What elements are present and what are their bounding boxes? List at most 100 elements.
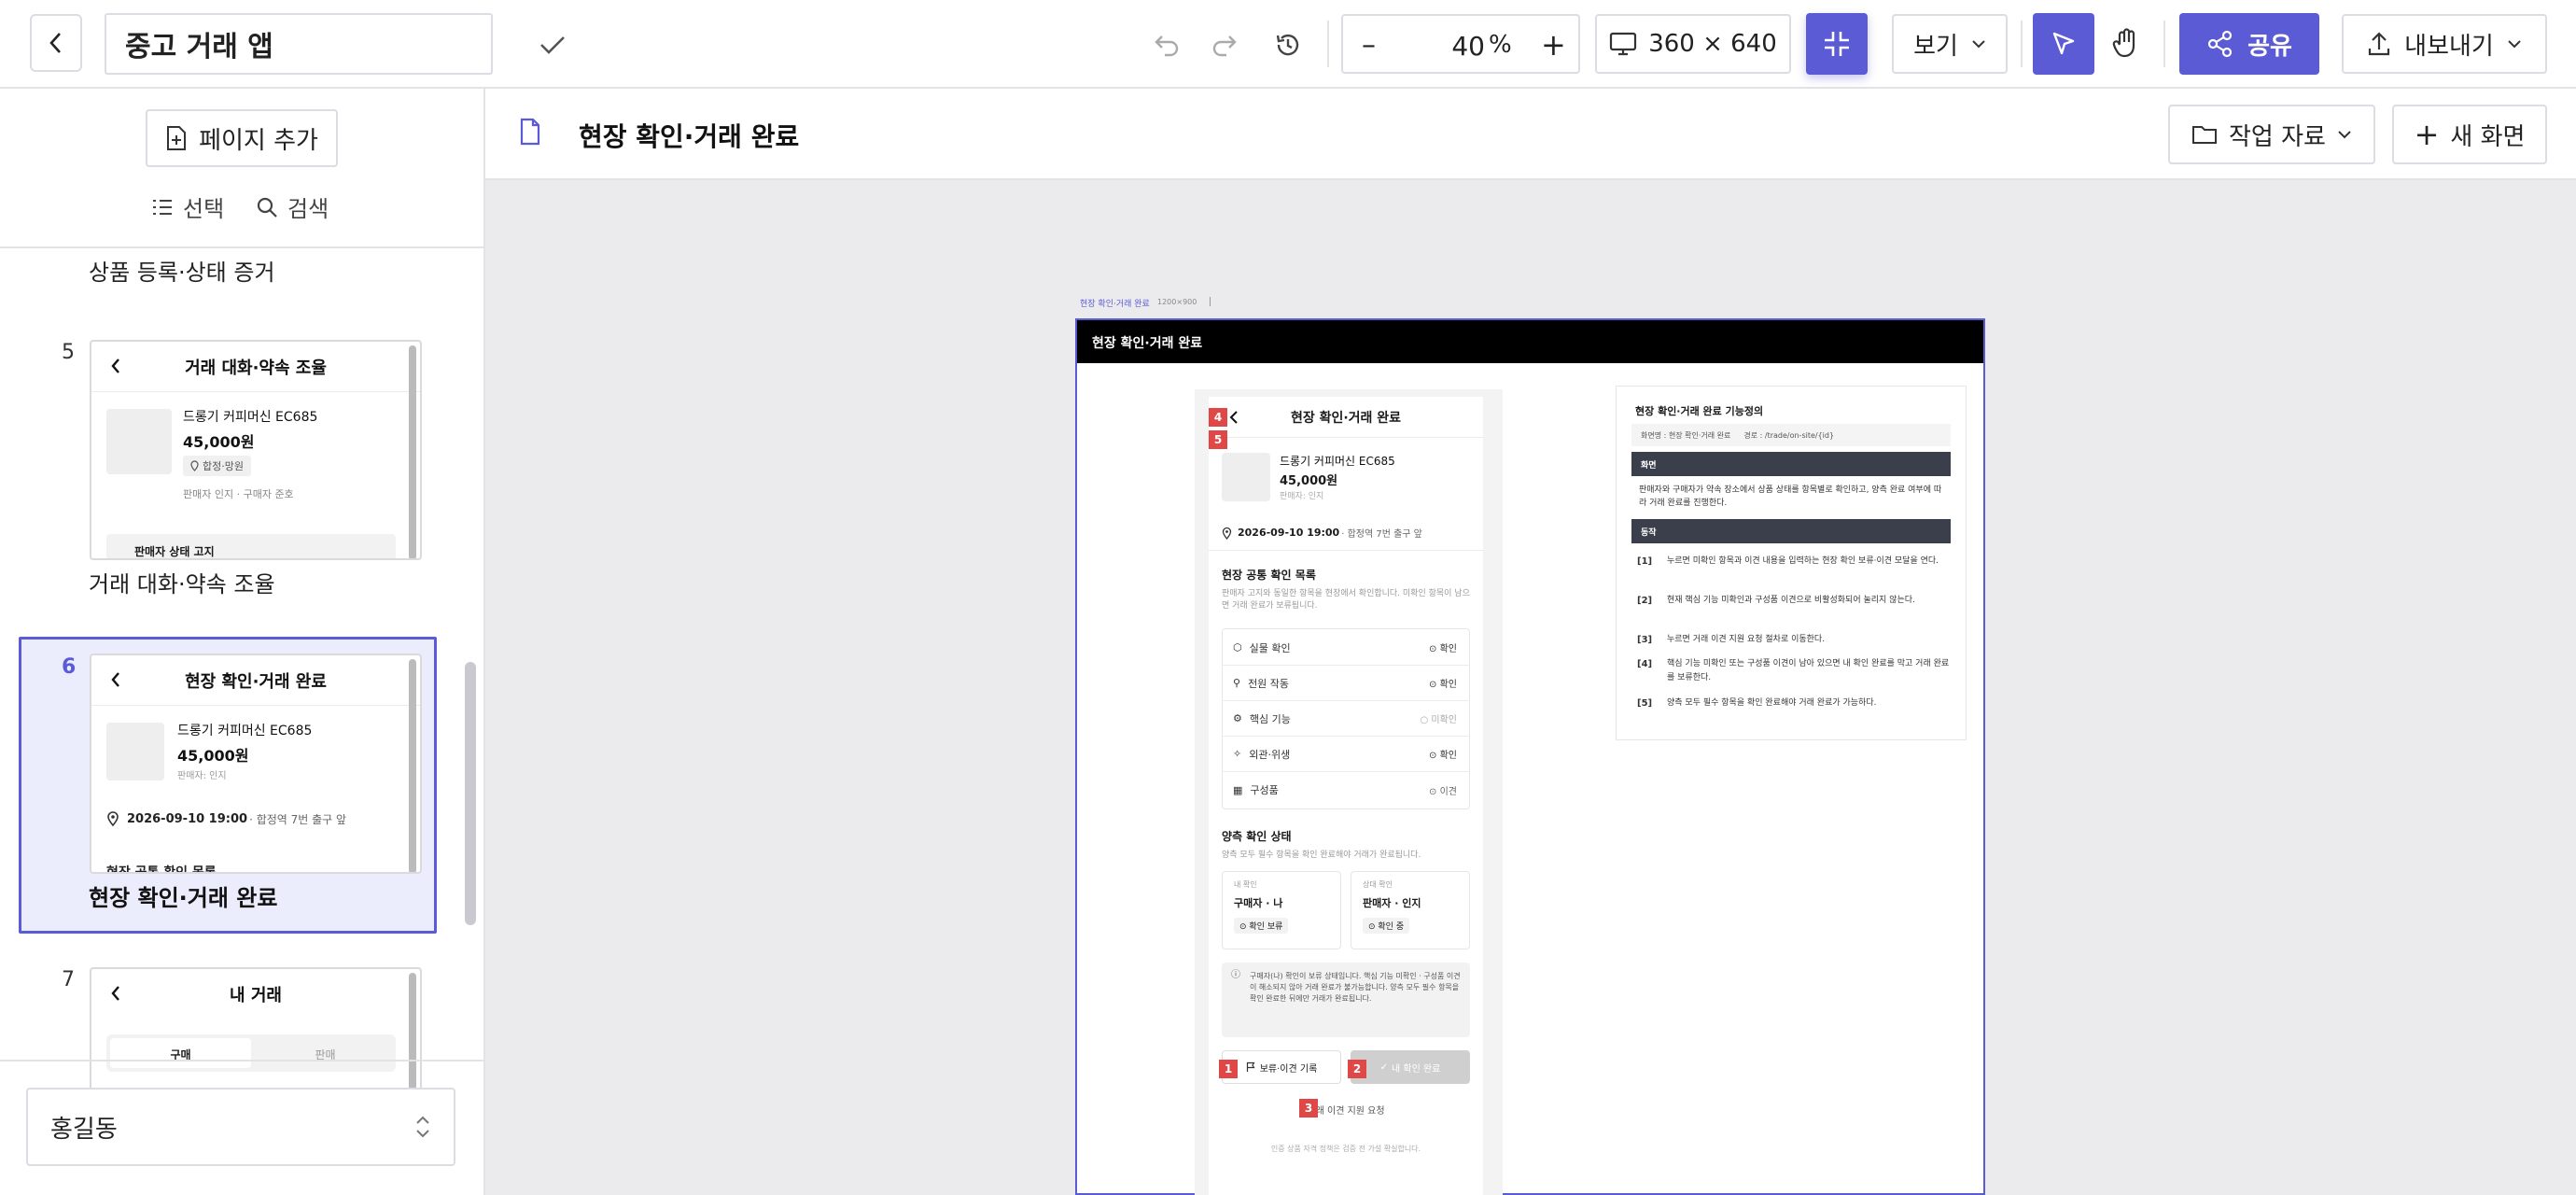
thumb-footer: 현장 공통 확인 목록 (106, 865, 217, 874)
check-item-label: 핵심 기능 (1249, 712, 1291, 725)
footer-note: 인증 상품 자격 정책은 검증 전 가설 확실합니다. (1270, 1145, 1421, 1153)
page-number: 5 (62, 341, 75, 364)
check-item-label: 전원 작동 (1248, 677, 1290, 690)
tag-label: 합정·망원 (203, 460, 244, 472)
share-label: 공유 (2247, 32, 2292, 61)
redo-button[interactable] (1206, 26, 1243, 63)
export-label: 내보내기 (2404, 32, 2494, 61)
section-desc: 양측 모두 필수 항목을 확인 완료해야 거래가 완료됩니다. (1222, 851, 1421, 860)
thumb-place: · 합정역 7번 출구 앞 (249, 812, 347, 826)
add-page-button[interactable]: 페이지 추가 (146, 109, 338, 167)
page-number: 6 (62, 655, 77, 679)
search-button[interactable]: 검색 (256, 190, 329, 223)
artboard-frame[interactable]: 현장 확인·거래 완료 현장 확인·거래 완료 드롱기 커피머신 EC685 4… (1075, 318, 1985, 1195)
tab-sell: 판매 (315, 1048, 336, 1061)
meeting-place: · 합정역 7번 출구 앞 (1341, 529, 1422, 540)
sidebar-divider (0, 1060, 483, 1061)
spec-row-text: 누르면 거래 이견 지원 요청 절차로 이동한다. (1667, 635, 1826, 644)
chevron-down-icon (1972, 40, 1985, 49)
undo-icon (1155, 35, 1179, 57)
fit-to-screen-button[interactable] (1806, 13, 1868, 75)
hand-tool-button[interactable] (2102, 19, 2150, 67)
view-label: 보기 (1913, 32, 1958, 61)
spec-row: [3] 누르면 거래 이견 지원 요청 절차로 이동한다. (1637, 633, 1954, 647)
check-item-label: 구성품 (1250, 784, 1279, 796)
cursor-icon (2052, 32, 2075, 55)
select-tool-button[interactable] (2033, 13, 2094, 75)
folder-icon (2192, 126, 2218, 144)
divider (1209, 550, 1483, 551)
search-label: 검색 (287, 196, 329, 222)
frame-header: 현장 확인·거래 완료 (1077, 320, 1983, 363)
page-caption: 상품 등록·상태 증거 (89, 260, 275, 286)
card-caption: 상대 확인 (1363, 880, 1393, 889)
sidebar-scrollbar[interactable] (465, 662, 476, 925)
share-button[interactable]: 공유 (2179, 13, 2319, 75)
pin-icon (190, 460, 199, 471)
section-title: 현장 공통 확인 목록 (1222, 569, 1316, 582)
project-title-input[interactable]: 중고 거래 앱 (105, 13, 493, 75)
product-price: 45,000원 (183, 433, 255, 451)
check-item-label: 외관·위생 (1249, 748, 1291, 761)
spec-path: 경로 : /trade/on-site/{id} (1743, 430, 1835, 440)
monitor-icon (1610, 32, 1637, 56)
other-confirm-card: 상대 확인 판매자 · 인지 ⊙ 확인 중 (1351, 871, 1470, 949)
thumb-meta: 판매자 인지 · 구매자 준호 (183, 488, 294, 500)
product-name: 드롱기 커피머신 EC685 (177, 724, 313, 738)
confirm-title-button[interactable] (532, 26, 573, 63)
thumb-datetime-text: 2026-09-10 19:00 (127, 811, 248, 826)
thumb-footer: 판매자 상태 고지 (106, 534, 396, 558)
gear-icon: ⚙ (1233, 712, 1242, 724)
spec-section-action: 동작 (1631, 519, 1951, 543)
chevron-left-icon (111, 986, 119, 1001)
thumb-datetime: 2026-09-10 19:00 · 합정역 7번 출구 앞 (106, 810, 346, 827)
zoom-value[interactable]: 40 (1433, 31, 1485, 62)
hold-dispute-button[interactable]: 보류·이견 기록 (1222, 1050, 1341, 1084)
undo-button[interactable] (1148, 26, 1185, 63)
zoom-in-button[interactable]: + (1541, 27, 1566, 63)
canvas-header: 현장 확인·거래 완료 작업 자료 + 새 화면 (485, 89, 2576, 180)
page-thumbnail: 거래 대화·약속 조율 드롱기 커피머신 EC685 45,000원 합정·망원… (90, 340, 422, 560)
export-dropdown[interactable]: 내보내기 (2342, 14, 2547, 74)
page-sidebar: 페이지 추가 선택 검색 상품 등록·상태 증거 5 거래 대화·약속 조율 드… (0, 89, 485, 1195)
spec-row-key: [5] (1637, 698, 1653, 709)
assets-dropdown[interactable]: 작업 자료 (2168, 105, 2375, 164)
spec-row-key: [3] (1637, 635, 1653, 645)
spec-panel: 현장 확인·거래 완료 기능정의 화면명 : 현장 확인·거래 완료 경로 : … (1616, 386, 1967, 740)
spec-title: 현장 확인·거래 완료 기능정의 (1635, 405, 1764, 417)
notice-box: ⓘ 구매자(나) 확인이 보류 상태입니다. 핵심 기능 미확인 · 구성품 이… (1222, 963, 1470, 1037)
chevron-left-icon (111, 672, 119, 687)
device-size-selector[interactable]: 360 × 640 (1595, 14, 1791, 74)
view-dropdown[interactable]: 보기 (1892, 14, 2008, 74)
toolbar-divider (2021, 21, 2023, 67)
spec-meta: 화면명 : 현장 확인·거래 완료 경로 : /trade/on-site/{i… (1631, 424, 1951, 446)
boxes-icon: ▦ (1233, 783, 1243, 796)
cube-icon: ⬡ (1233, 641, 1242, 654)
select-label: 선택 (183, 196, 225, 222)
share-icon (2207, 30, 2233, 58)
frame-size-label: 1200×900 (1157, 298, 1197, 306)
zoom-control: – 40 % + (1341, 14, 1580, 74)
notice-text: 구매자(나) 확인이 보류 상태입니다. 핵심 기능 미확인 · 구성품 이견이… (1250, 972, 1461, 1003)
product-price: 45,000원 (1280, 474, 1338, 488)
complete-confirm-button-disabled[interactable]: ✓ 내 확인 완료 (1351, 1050, 1470, 1084)
toolbar-divider (1327, 21, 1329, 67)
page-list: 상품 등록·상태 증거 5 거래 대화·약속 조율 드롱기 커피머신 EC685… (0, 248, 483, 1149)
seller-name: 판매자: 인지 (1280, 492, 1324, 501)
new-screen-button[interactable]: + 새 화면 (2392, 105, 2547, 164)
product-name: 드롱기 커피머신 EC685 (1280, 455, 1395, 468)
back-button[interactable] (30, 14, 82, 72)
page-title: 현장 확인·거래 완료 (579, 121, 800, 152)
history-button[interactable] (1267, 24, 1309, 65)
info-icon: ⓘ (1231, 970, 1240, 980)
zoom-out-button[interactable]: – (1362, 29, 1376, 62)
user-switcher[interactable]: 홍길동 (26, 1088, 455, 1166)
section-title: 양측 확인 상태 (1222, 830, 1292, 843)
spec-row-text: 현재 핵심 기능 미확인과 구성품 이견으로 비활성화되어 눌리지 않는다. (1667, 596, 1915, 605)
support-request-link[interactable]: 거래 이견 지원 요청 (1209, 1103, 1483, 1117)
hand-icon (2112, 28, 2135, 58)
device-size-label: 360 × 640 (1648, 30, 1777, 58)
select-mode-button[interactable]: 선택 (151, 190, 224, 223)
spec-section-screen: 화면 (1631, 452, 1951, 476)
check-item-status: ○ 미확인 (1420, 715, 1457, 725)
